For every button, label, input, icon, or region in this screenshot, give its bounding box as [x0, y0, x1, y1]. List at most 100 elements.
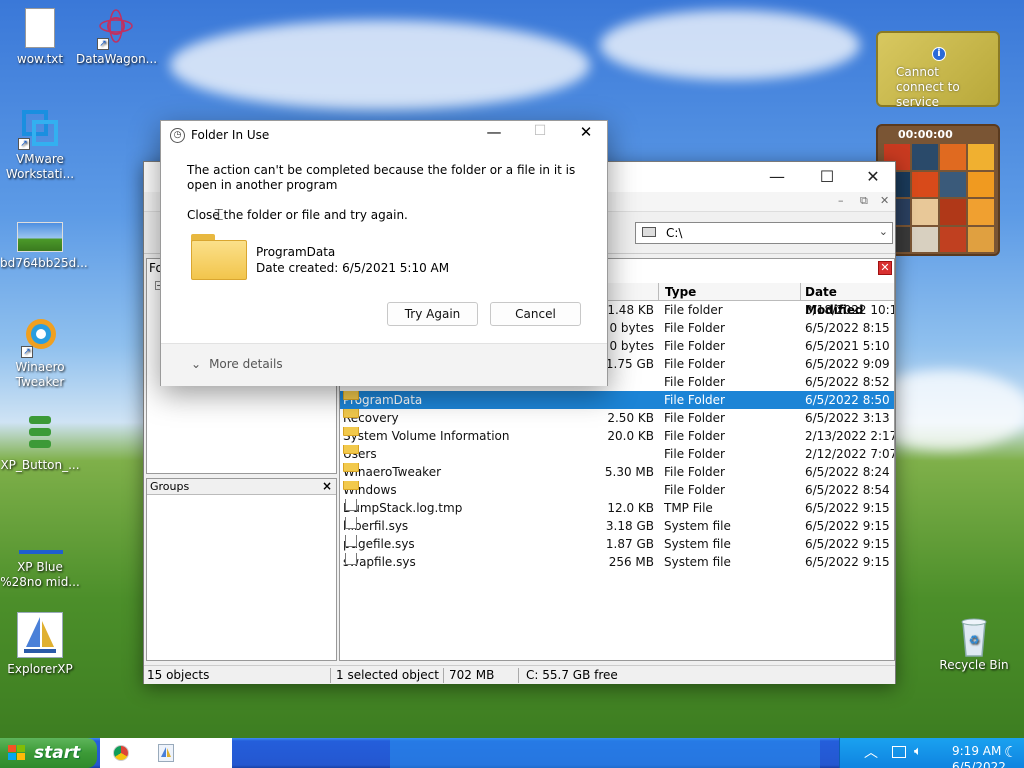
desktop-icon-wow-txt[interactable]: wow.txt — [0, 8, 80, 67]
file-name-cell: ProgramData — [343, 391, 563, 409]
explorer-minimize-button[interactable]: — — [754, 162, 800, 192]
table-row[interactable]: Recovery 2.50 KB File Folder 6/5/2022 3:13 … — [340, 409, 894, 427]
start-button[interactable]: start — [0, 738, 97, 768]
weather-gadget[interactable]: i Cannot connect to service — [876, 31, 1000, 109]
explorer-maximize-button[interactable]: ☐ — [804, 162, 850, 192]
table-row[interactable]: WinaeroTweaker 5.30 MB File Folder 6/5/2022… — [340, 463, 894, 481]
table-row[interactable]: System Volume Information 20.0 KB File Fol… — [340, 427, 894, 445]
groups-panel[interactable]: Groups × — [146, 478, 337, 661]
file-type-cell: File folder — [664, 303, 723, 317]
desktop-icon-label: XP_Button_... — [0, 458, 80, 472]
table-row[interactable]: swapfile.sys 256 MB System file 6/5/2022 9:… — [340, 553, 895, 571]
table-row[interactable]: ProgramData File Folder 6/5/2022 8:50 ... — [340, 391, 894, 409]
dialog-maximize-button: ☐ — [533, 123, 547, 139]
status-divider — [330, 668, 331, 683]
file-type-cell: File Folder — [664, 375, 725, 389]
chevron-down-icon[interactable]: ⌄ — [879, 225, 888, 238]
puzzle-tile[interactable] — [968, 199, 994, 225]
desktop-icon-bd764[interactable]: bd764bb25d... — [0, 222, 88, 271]
volume-icon[interactable]: 🔈︎ — [914, 744, 922, 759]
desktop-icon-recycle-bin[interactable]: ♻ Recycle Bin — [934, 614, 1014, 673]
file-type-cell: File Folder — [664, 483, 725, 497]
puzzle-tile[interactable] — [940, 199, 966, 225]
folder-icon — [343, 409, 359, 418]
dialog-message: The action can't be completed because th… — [187, 163, 576, 192]
puzzle-tile[interactable] — [912, 226, 938, 252]
chevron-down-icon: ⌄ — [191, 357, 202, 371]
table-row[interactable]: Windows File Folder 6/5/2022 8:54 ... — [340, 481, 894, 499]
cancel-button[interactable]: Cancel — [490, 302, 581, 326]
clock-time[interactable]: 9:19 AM — [952, 744, 1001, 758]
desktop-icon-label: bd764bb25d... — [0, 256, 88, 270]
puzzle-tile[interactable] — [968, 171, 994, 197]
file-type-cell: TMP File — [664, 501, 713, 515]
file-name-text: DumpStack.log.tmp — [343, 501, 463, 515]
network-icon[interactable] — [892, 746, 906, 758]
column-header-date-modified[interactable]: Date Modified — [800, 283, 894, 317]
file-name-cell: pagefile.sys — [343, 535, 563, 553]
file-type-cell: File Folder — [664, 357, 725, 371]
desktop-icon-label: Recycle Bin — [939, 658, 1009, 672]
desktop-icon-xp-button[interactable]: XP_Button_... — [0, 414, 80, 473]
desktop-icon-vmware[interactable]: ↗ VMware Workstati... — [0, 108, 80, 182]
explorerxp-taskbar-icon[interactable] — [158, 744, 174, 762]
file-date-cell: 6/5/2022 8:15 ... — [805, 321, 895, 335]
desktop-icon-label: Winaero Tweaker — [15, 360, 65, 389]
file-icon — [345, 553, 357, 565]
mdi-restore-icon[interactable]: ⧉ — [860, 194, 868, 208]
status-size: 702 MB — [449, 668, 495, 682]
dialog-footer: ⌄ More details — [161, 343, 607, 386]
explorer-close-button[interactable]: ✕ — [850, 162, 896, 192]
puzzle-tile[interactable] — [968, 226, 994, 252]
moon-icon[interactable]: ☾ — [1004, 743, 1017, 761]
puzzle-tile[interactable] — [912, 199, 938, 225]
folder-icon — [343, 481, 359, 490]
desktop-icon-xp-blue[interactable]: XP Blue %28no mid... — [0, 530, 80, 590]
file-name-cell: Users — [343, 445, 563, 463]
puzzle-grid[interactable] — [884, 144, 994, 252]
folder-in-use-dialog[interactable]: ◷ Folder In Use — ☐ ✕ The action can't b… — [160, 120, 608, 386]
puzzle-tile[interactable] — [940, 226, 966, 252]
table-row[interactable]: hiberfil.sys 3.18 GB System file 6/5/2022 9… — [340, 517, 894, 535]
puzzle-tile[interactable] — [968, 144, 994, 170]
file-date-cell: 3/18/2022 10:1... — [805, 303, 894, 317]
table-row[interactable]: DumpStack.log.tmp 12.0 KB TMP File 6/5/2022… — [340, 499, 894, 517]
desktop-icon-label: ExplorerXP — [7, 662, 73, 676]
file-type-cell: System file — [664, 555, 731, 569]
dialog-item-date: Date created: 6/5/2021 5:10 AM — [256, 261, 450, 275]
desktop-icon-winaero[interactable]: ↗ Winaero Tweaker — [0, 316, 80, 390]
puzzle-tile[interactable] — [940, 144, 966, 170]
status-divider — [518, 668, 519, 683]
file-date-cell: 6/5/2022 8:52 ... — [805, 375, 895, 389]
mdi-minimize-icon[interactable]: – — [838, 194, 844, 207]
desktop-icon-explorerxp[interactable]: ExplorerXP — [0, 612, 80, 677]
try-again-button[interactable]: Try Again — [387, 302, 478, 326]
table-row[interactable]: Users File Folder 2/12/2022 7:07 ... — [340, 445, 894, 463]
puzzle-tile[interactable] — [912, 171, 938, 197]
dialog-minimize-button[interactable]: — — [479, 123, 509, 141]
file-type-cell: File Folder — [664, 447, 725, 461]
list-close-icon[interactable]: ✕ — [878, 261, 892, 275]
dialog-close-button[interactable]: ✕ — [571, 123, 601, 141]
puzzle-tile[interactable] — [940, 171, 966, 197]
chrome-icon[interactable] — [113, 745, 129, 761]
sky-cloud — [600, 10, 860, 80]
mdi-close-icon[interactable]: ✕ — [880, 194, 889, 207]
clock-date[interactable]: 6/5/2022 — [952, 760, 1006, 768]
clock-icon: ◷ — [170, 128, 185, 143]
file-type-cell: File Folder — [664, 339, 725, 353]
shortcut-arrow-icon: ↗ — [21, 346, 33, 358]
file-icon — [345, 517, 357, 529]
table-row[interactable]: pagefile.sys 1.87 GB System file 6/5/2022 9… — [340, 535, 894, 553]
status-object-count: 15 objects — [147, 668, 210, 682]
puzzle-tile[interactable] — [912, 144, 938, 170]
more-details-toggle[interactable]: ⌄ More details — [191, 357, 283, 371]
groups-close-icon[interactable]: × — [322, 479, 332, 493]
address-combo[interactable]: C:\ ⌄ — [635, 222, 893, 244]
column-header-type[interactable]: Type — [658, 283, 800, 301]
file-name-cell: Windows — [343, 481, 563, 499]
winaero-icon: ↗ — [21, 316, 57, 358]
desktop-icon-datawagon[interactable]: ↗ DataWagon... — [76, 8, 157, 67]
chevron-up-icon[interactable]: ︿ — [864, 742, 878, 762]
file-date-cell: 6/5/2022 9:15 ... — [805, 555, 895, 569]
